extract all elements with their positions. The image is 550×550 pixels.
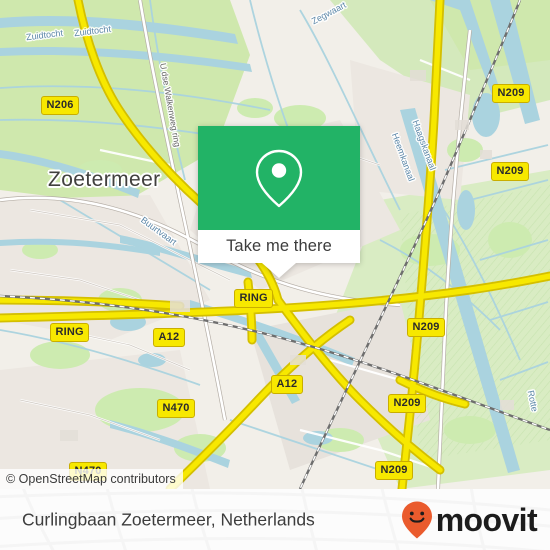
road-shield: N470 — [157, 399, 196, 418]
osm-attribution[interactable]: © OpenStreetMap contributors — [0, 469, 183, 489]
callout-icon-panel — [198, 126, 360, 230]
road-shield: RING — [50, 323, 90, 342]
road-shield: N209 — [492, 84, 531, 103]
map-callout[interactable]: Take me there — [198, 126, 360, 278]
map-share-card: Zoetermeer Zuidtocht Zuidtocht Buurtvaar… — [0, 0, 550, 550]
road-shield: A12 — [153, 328, 185, 347]
moovit-smiley-pin-icon — [401, 501, 432, 538]
moovit-brand: moovit — [400, 500, 538, 540]
footer-bar: Curlingbaan Zoetermeer, Netherlands moov… — [0, 489, 550, 550]
moovit-wordmark: moovit — [435, 501, 538, 538]
road-shield: N206 — [41, 96, 80, 115]
road-shield: N209 — [491, 162, 530, 181]
road-shield: RING — [234, 289, 274, 308]
road-shield: N209 — [407, 318, 446, 337]
road-shield: N209 — [388, 394, 427, 413]
location-title: Curlingbaan Zoetermeer, Netherlands — [22, 509, 315, 529]
take-me-there-label: Take me there — [226, 237, 332, 255]
callout-pointer-tail — [262, 263, 296, 278]
callout-action-panel[interactable]: Take me there — [198, 230, 360, 263]
map-pin-icon — [255, 149, 303, 208]
road-shield: N209 — [375, 461, 414, 480]
road-shield: A12 — [271, 375, 303, 394]
